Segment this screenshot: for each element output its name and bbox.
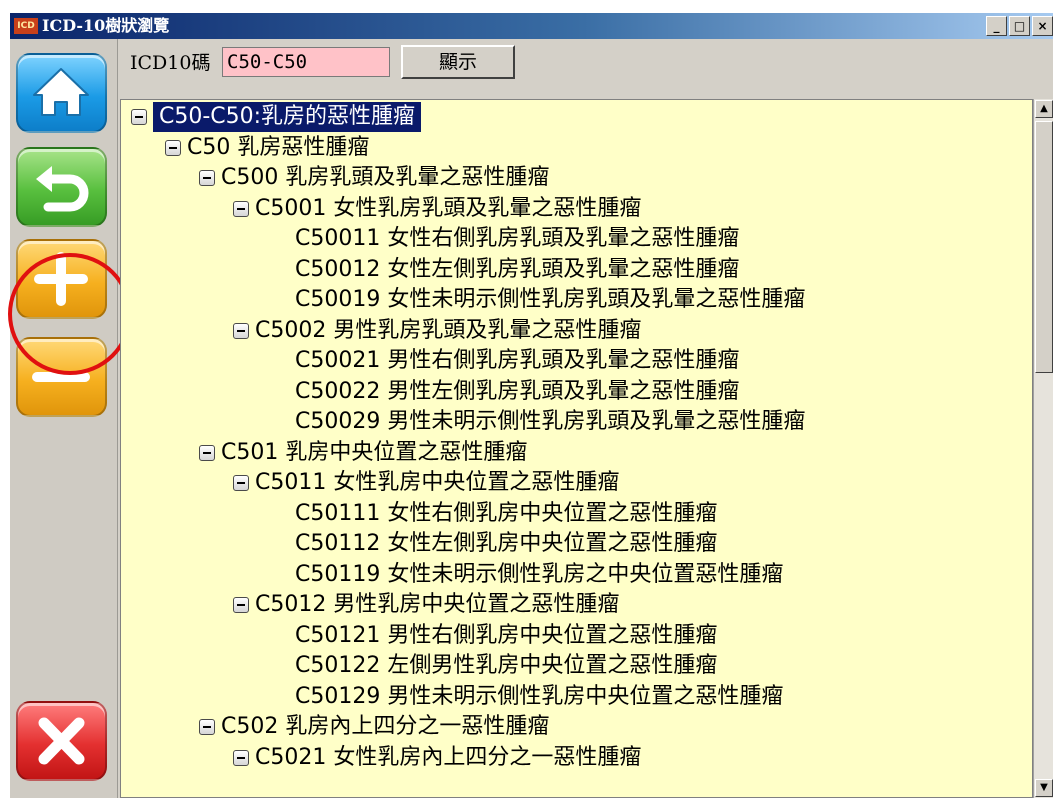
- collapse-toggle-icon[interactable]: [199, 170, 215, 186]
- tree-node[interactable]: C50019 女性未明示側性乳房乳頭及乳暈之惡性腫瘤: [295, 285, 805, 315]
- tree-node[interactable]: C50129 男性未明示側性乳房中央位置之惡性腫瘤: [295, 682, 783, 712]
- tree-node-label: C50019 女性未明示側性乳房乳頭及乳暈之惡性腫瘤: [295, 287, 806, 312]
- highlight-circle: [8, 253, 132, 375]
- window-title: ICD-10樹狀瀏覽: [42, 16, 170, 35]
- tree-node-label: C50022 男性左側乳房乳頭及乳暈之惡性腫瘤: [295, 378, 740, 404]
- tree-node-label: C502 乳房內上四分之一惡性腫瘤: [221, 714, 550, 739]
- tree-node-label: C50112 女性左側乳房中央位置之惡性腫瘤: [295, 531, 718, 556]
- tree-node[interactable]: C50021 男性右側乳房乳頭及乳暈之惡性腫瘤: [295, 346, 739, 376]
- icd-code-label: ICD10碼: [130, 52, 211, 74]
- tree-node[interactable]: C50029 男性未明示側性乳房乳頭及乳暈之惡性腫瘤: [295, 407, 805, 437]
- title-bar[interactable]: ICD ICD-10樹狀瀏覽 _ □ ×: [10, 13, 1053, 39]
- tree-node-label: C50012 女性左側乳房乳頭及乳暈之惡性腫瘤: [295, 256, 740, 282]
- tree-node[interactable]: C5012 男性乳房中央位置之惡性腫瘤: [233, 590, 619, 620]
- tree-node-label: C5021 女性乳房內上四分之一惡性腫瘤: [255, 744, 642, 770]
- tree-node[interactable]: C50011 女性右側乳房乳頭及乳暈之惡性腫瘤: [295, 224, 739, 254]
- collapse-toggle-icon[interactable]: [131, 109, 147, 125]
- collapse-toggle-icon[interactable]: [199, 444, 215, 461]
- tree-node[interactable]: C50-C50:乳房的惡性腫瘤: [131, 102, 422, 132]
- search-bar: ICD10碼 顯示: [118, 39, 1053, 97]
- tree-node[interactable]: C5011 女性乳房中央位置之惡性腫瘤: [233, 468, 619, 498]
- tree-node-label: C50121 男性右側乳房中央位置之惡性腫瘤: [295, 622, 718, 648]
- collapse-toggle-icon[interactable]: [233, 749, 249, 766]
- collapse-toggle-icon[interactable]: [233, 475, 249, 491]
- collapse-toggle-icon[interactable]: [233, 322, 249, 339]
- back-button[interactable]: [16, 147, 107, 227]
- maximize-button[interactable]: □: [1009, 16, 1030, 36]
- tree-node[interactable]: C50111 女性右側乳房中央位置之惡性腫瘤: [295, 499, 717, 529]
- tree-node-label: C50119 女性未明示側性乳房之中央位置惡性腫瘤: [295, 561, 784, 587]
- home-button[interactable]: [16, 53, 107, 133]
- side-toolbar: [8, 39, 132, 798]
- tree-node[interactable]: C50119 女性未明示側性乳房之中央位置惡性腫瘤: [295, 560, 783, 590]
- tree-node-label: C50021 男性右側乳房乳頭及乳暈之惡性腫瘤: [295, 348, 740, 373]
- tree-node[interactable]: C501 乳房中央位置之惡性腫瘤: [199, 438, 527, 468]
- tree-node-label: C50029 男性未明示側性乳房乳頭及乳暈之惡性腫瘤: [295, 409, 806, 434]
- tree-node-label: C50 乳房惡性腫瘤: [187, 134, 370, 160]
- tree-node-label: C50129 男性未明示側性乳房中央位置之惡性腫瘤: [295, 683, 784, 709]
- collapse-toggle-icon[interactable]: [199, 719, 215, 735]
- tree-node-label: C5002 男性乳房乳頭及乳暈之惡性腫瘤: [255, 317, 642, 343]
- tree-node[interactable]: C50012 女性左側乳房乳頭及乳暈之惡性腫瘤: [295, 255, 739, 285]
- collapse-toggle-icon[interactable]: [165, 139, 181, 156]
- tree-node-label: C5001 女性乳房乳頭及乳暈之惡性腫瘤: [255, 195, 642, 221]
- icd-code-input[interactable]: [222, 47, 390, 77]
- tree-node-label: C50122 左側男性乳房中央位置之惡性腫瘤: [295, 653, 718, 678]
- tree-node[interactable]: C50121 男性右側乳房中央位置之惡性腫瘤: [295, 621, 717, 651]
- tree-node[interactable]: C502 乳房內上四分之一惡性腫瘤: [199, 712, 549, 742]
- tree-node[interactable]: C5001 女性乳房乳頭及乳暈之惡性腫瘤: [233, 194, 641, 224]
- tree-node-label: C5011 女性乳房中央位置之惡性腫瘤: [255, 470, 620, 495]
- tree-node-label: C50111 女性右側乳房中央位置之惡性腫瘤: [295, 500, 718, 526]
- tree-node-label: C5012 男性乳房中央位置之惡性腫瘤: [255, 592, 620, 617]
- scroll-up-icon[interactable]: ▲: [1035, 100, 1053, 118]
- minimize-button[interactable]: _: [986, 16, 1007, 36]
- scroll-thumb[interactable]: [1035, 121, 1053, 373]
- tree-node[interactable]: C5002 男性乳房乳頭及乳暈之惡性腫瘤: [233, 316, 641, 346]
- tree-node[interactable]: C50022 男性左側乳房乳頭及乳暈之惡性腫瘤: [295, 377, 739, 407]
- tree-node-label: C500 乳房乳頭及乳暈之惡性腫瘤: [221, 165, 550, 190]
- window-controls: _ □ ×: [984, 16, 1053, 36]
- tree-node[interactable]: C5021 女性乳房內上四分之一惡性腫瘤: [233, 743, 641, 773]
- tree-node-label: C501 乳房中央位置之惡性腫瘤: [221, 439, 528, 465]
- app-icon: ICD: [14, 18, 38, 34]
- tree-node[interactable]: C500 乳房乳頭及乳暈之惡性腫瘤: [199, 163, 549, 193]
- undo-arrow-icon: [36, 166, 89, 212]
- tree-node[interactable]: C50112 女性左側乳房中央位置之惡性腫瘤: [295, 529, 717, 559]
- tree-node-label: C50011 女性右側乳房乳頭及乳暈之惡性腫瘤: [295, 226, 740, 251]
- icd-tree-view[interactable]: C50-C50:乳房的惡性腫瘤 C50 乳房惡性腫瘤 C500 乳房乳頭及乳暈之惡性…: [120, 99, 1033, 798]
- vertical-scrollbar[interactable]: ▲ ▼: [1033, 99, 1053, 798]
- home-icon: [33, 68, 89, 116]
- app-window: ICD ICD-10樹狀瀏覽 _ □ × ICD10碼 C50-C50 顯示 C…: [8, 13, 1053, 798]
- tree-node[interactable]: C50 乳房惡性腫瘤: [165, 133, 369, 163]
- collapse-toggle-icon[interactable]: [233, 200, 249, 217]
- collapse-toggle-icon[interactable]: [233, 597, 249, 613]
- tree-node-label: C50-C50:乳房的惡性腫瘤: [153, 102, 422, 132]
- tree-node[interactable]: C50122 左側男性乳房中央位置之惡性腫瘤: [295, 651, 717, 681]
- x-icon: [38, 717, 85, 765]
- scroll-down-icon[interactable]: ▼: [1035, 779, 1053, 797]
- show-button[interactable]: 顯示: [401, 45, 515, 79]
- exit-button[interactable]: [16, 701, 107, 781]
- close-window-button[interactable]: ×: [1032, 16, 1053, 36]
